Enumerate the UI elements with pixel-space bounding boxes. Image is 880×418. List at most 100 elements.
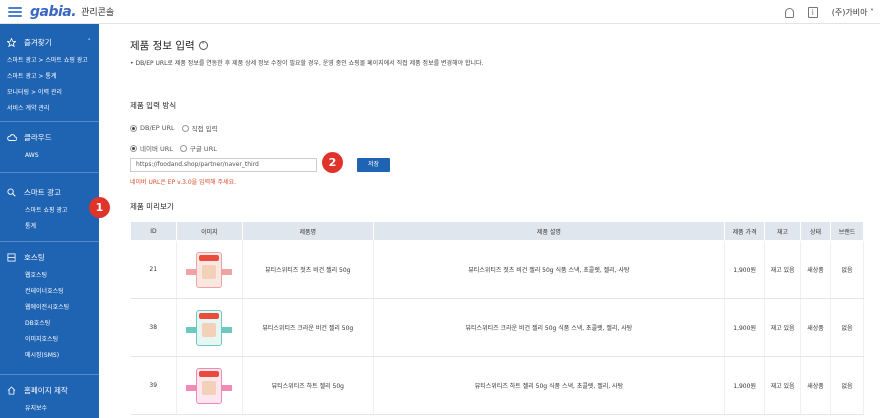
sidebar-divider (0, 121, 99, 122)
cell-brand: 없음 (830, 298, 865, 357)
cell-status: 새상품 (800, 356, 831, 415)
radio-selected-icon (130, 144, 137, 152)
cell-name: 뷰티스위티즈 젓츠 비건 젤리 50g (242, 240, 374, 299)
preview-label: 제품 미리보기 (130, 202, 174, 211)
cell-price: 1,900원 (724, 356, 766, 415)
sidebar-divider (0, 172, 99, 173)
cell-price: 1,900원 (724, 240, 766, 299)
cell-image (176, 356, 243, 415)
thumb-ribbon (199, 312, 220, 319)
col-image: 이미지 (175, 221, 243, 241)
sidebar-section-homepage[interactable]: 홈페이지 제작 (0, 379, 99, 401)
cell-stock: 재고 있음 (764, 298, 802, 357)
server-icon (7, 252, 16, 262)
radio-db-ep-url[interactable]: DB/EP URL (130, 124, 175, 132)
col-brand: 브랜드 (829, 221, 865, 241)
cloud-icon (7, 133, 18, 142)
sidebar-item-sms[interactable]: 메시징(SMS) (0, 348, 99, 364)
url-input[interactable]: https://foodand.shop/partner/naver_third (130, 158, 317, 172)
step-badge-1: 1 (89, 197, 110, 218)
radio-google-url[interactable]: 구글 URL (179, 143, 217, 153)
collapse-toggle-icon[interactable]: ˄ (198, 41, 208, 50)
col-stock: 재고 (764, 221, 802, 241)
cell-stock: 재고 있음 (764, 240, 802, 299)
sidebar-item-db-hosting[interactable]: DB호스팅 (0, 316, 99, 332)
sidebar-item-fav-4[interactable]: 서비스 계약 관리 (0, 101, 99, 117)
main-content: 제품 정보 입력 ˄ • DB/EP URL로 제품 정보를 연동한 후 제품 … (89, 24, 880, 418)
notice-text: • DB/EP URL로 제품 정보를 연동한 후 제품 상세 정보 수정이 필… (130, 60, 484, 67)
console-title: 관리콘솔 (81, 8, 115, 18)
product-thumbnail (186, 362, 233, 410)
table-header-row: ID 이미지 제품명 제품 설명 제품 가격 재고 상태 브랜드 (130, 221, 865, 241)
sidebar-item-stats[interactable]: 통계 (0, 219, 99, 235)
cell-status: 새상품 (800, 240, 831, 299)
sidebar-item-smart-shopping-ad[interactable]: 스마트 쇼핑 광고 (0, 203, 99, 219)
radio-empty-icon (179, 144, 187, 152)
sidebar-item-aws[interactable]: AWS (0, 148, 99, 164)
radio-naver-url[interactable]: 네이버 URL (130, 143, 173, 153)
search-icon (7, 187, 16, 197)
cell-id: 39 (130, 356, 177, 415)
col-name: 제품명 (241, 221, 374, 241)
product-thumbnail (186, 246, 233, 294)
sidebar-item-container-hosting[interactable]: 컨테이너호스팅 (0, 284, 99, 300)
gabia-logo[interactable]: gabia. (30, 4, 77, 20)
url-hint-text: 네이버 URL은 EP v.3.0을 입력해 주세요. (130, 179, 237, 186)
radio-selected-icon (130, 124, 137, 132)
sidebar-item-fav-3[interactable]: 모니터링 > 이력 관리 (0, 85, 99, 101)
sidebar: 즐겨찾기 ˄ 스마트 광고 > 스마트 쇼핑 광고 스마트 광고 > 통계 모니… (0, 24, 99, 418)
bell-icon[interactable] (784, 7, 794, 18)
sidebar-section-cloud[interactable]: 클라우드 (0, 126, 99, 148)
col-desc: 제품 설명 (372, 221, 726, 241)
save-button[interactable]: 저장 (357, 158, 390, 172)
cell-image (176, 240, 243, 299)
info-icon[interactable]: i (807, 6, 818, 18)
cell-desc: 뷰티스위티즈 하트 젤리 50g 식품 스낵, 초콜렛, 젤리, 사탕 (373, 356, 726, 415)
thumb-window (202, 264, 217, 279)
method-radio-group: DB/EP URL 직접 입력 (130, 123, 218, 133)
cell-name: 뷰티스위티즈 하트 젤리 50g (242, 356, 374, 415)
cell-name: 뷰티스위티즈 크라운 비건 젤리 50g (242, 298, 374, 357)
col-id: ID (130, 221, 177, 241)
sidebar-item-maintenance[interactable]: 유지보수 (0, 401, 99, 417)
star-icon (6, 36, 17, 47)
url-type-radio-group: 네이버 URL 구글 URL (130, 143, 217, 153)
table-row: 38 뷰티스위티즈 크라운 비건 젤리 50g 뷰티스위티즈 크라운 비건 젤리… (130, 298, 865, 357)
sidebar-section-favorites[interactable]: 즐겨찾기 ˄ (0, 31, 99, 53)
sidebar-item-fav-1[interactable]: 스마트 광고 > 스마트 쇼핑 광고 (0, 53, 99, 69)
table-row: 21 뷰티스위티즈 젓츠 비건 젤리 50g 뷰티스위티즈 젓츠 비건 젤리 5… (130, 240, 865, 299)
sidebar-item-fav-2[interactable]: 스마트 광고 > 통계 (0, 69, 99, 85)
sidebar-section-hosting[interactable]: 호스팅 (0, 246, 99, 268)
thumb-ribbon (199, 254, 220, 261)
col-status: 상태 (800, 221, 831, 241)
top-bar: gabia. 관리콘솔 i (주)가비아 ˅ (0, 0, 880, 24)
cell-stock: 재고 있음 (764, 356, 802, 415)
radio-empty-icon (181, 124, 189, 132)
table-row: 39 뷰티스위티즈 하트 젤리 50g 뷰티스위티즈 하트 젤리 50g 식품 … (130, 356, 865, 415)
home-icon (7, 386, 16, 395)
sidebar-item-image-hosting[interactable]: 이미지호스팅 (0, 332, 99, 348)
page-title: 제품 정보 입력 ˄ (130, 38, 208, 53)
chevron-up-icon[interactable]: ˄ (88, 38, 92, 46)
cell-price: 1,900원 (724, 298, 766, 357)
product-preview-table: ID 이미지 제품명 제품 설명 제품 가격 재고 상태 브랜드 21 뷰티스위… (130, 221, 865, 415)
menu-icon[interactable] (8, 6, 22, 17)
step-badge-2: 2 (322, 152, 343, 173)
cell-brand: 없음 (830, 240, 865, 299)
thumb-window (202, 322, 217, 337)
sidebar-divider (0, 241, 99, 242)
thumb-ribbon (199, 370, 220, 377)
sidebar-item-agency-hosting[interactable]: 웹에이전시호스팅 (0, 300, 99, 316)
cell-status: 새상품 (800, 298, 831, 357)
product-thumbnail (186, 304, 233, 352)
col-price: 제품 가격 (724, 221, 766, 241)
input-method-label: 제품 입력 방식 (130, 101, 177, 110)
sidebar-section-smart-ad[interactable]: 스마트 광고 (0, 181, 99, 203)
chevron-down-icon: ˅ (870, 7, 874, 17)
cell-desc: 뷰티스위티즈 젓츠 비건 젤리 50g 식품 스낵, 초콜렛, 젤리, 사탕 (373, 240, 726, 299)
thumb-window (202, 380, 217, 395)
user-menu[interactable]: (주)가비아 ˅ (832, 7, 874, 18)
cell-id: 38 (130, 298, 177, 357)
sidebar-item-web-hosting[interactable]: 웹호스팅 (0, 268, 99, 284)
radio-manual-input[interactable]: 직접 입력 (181, 123, 218, 133)
